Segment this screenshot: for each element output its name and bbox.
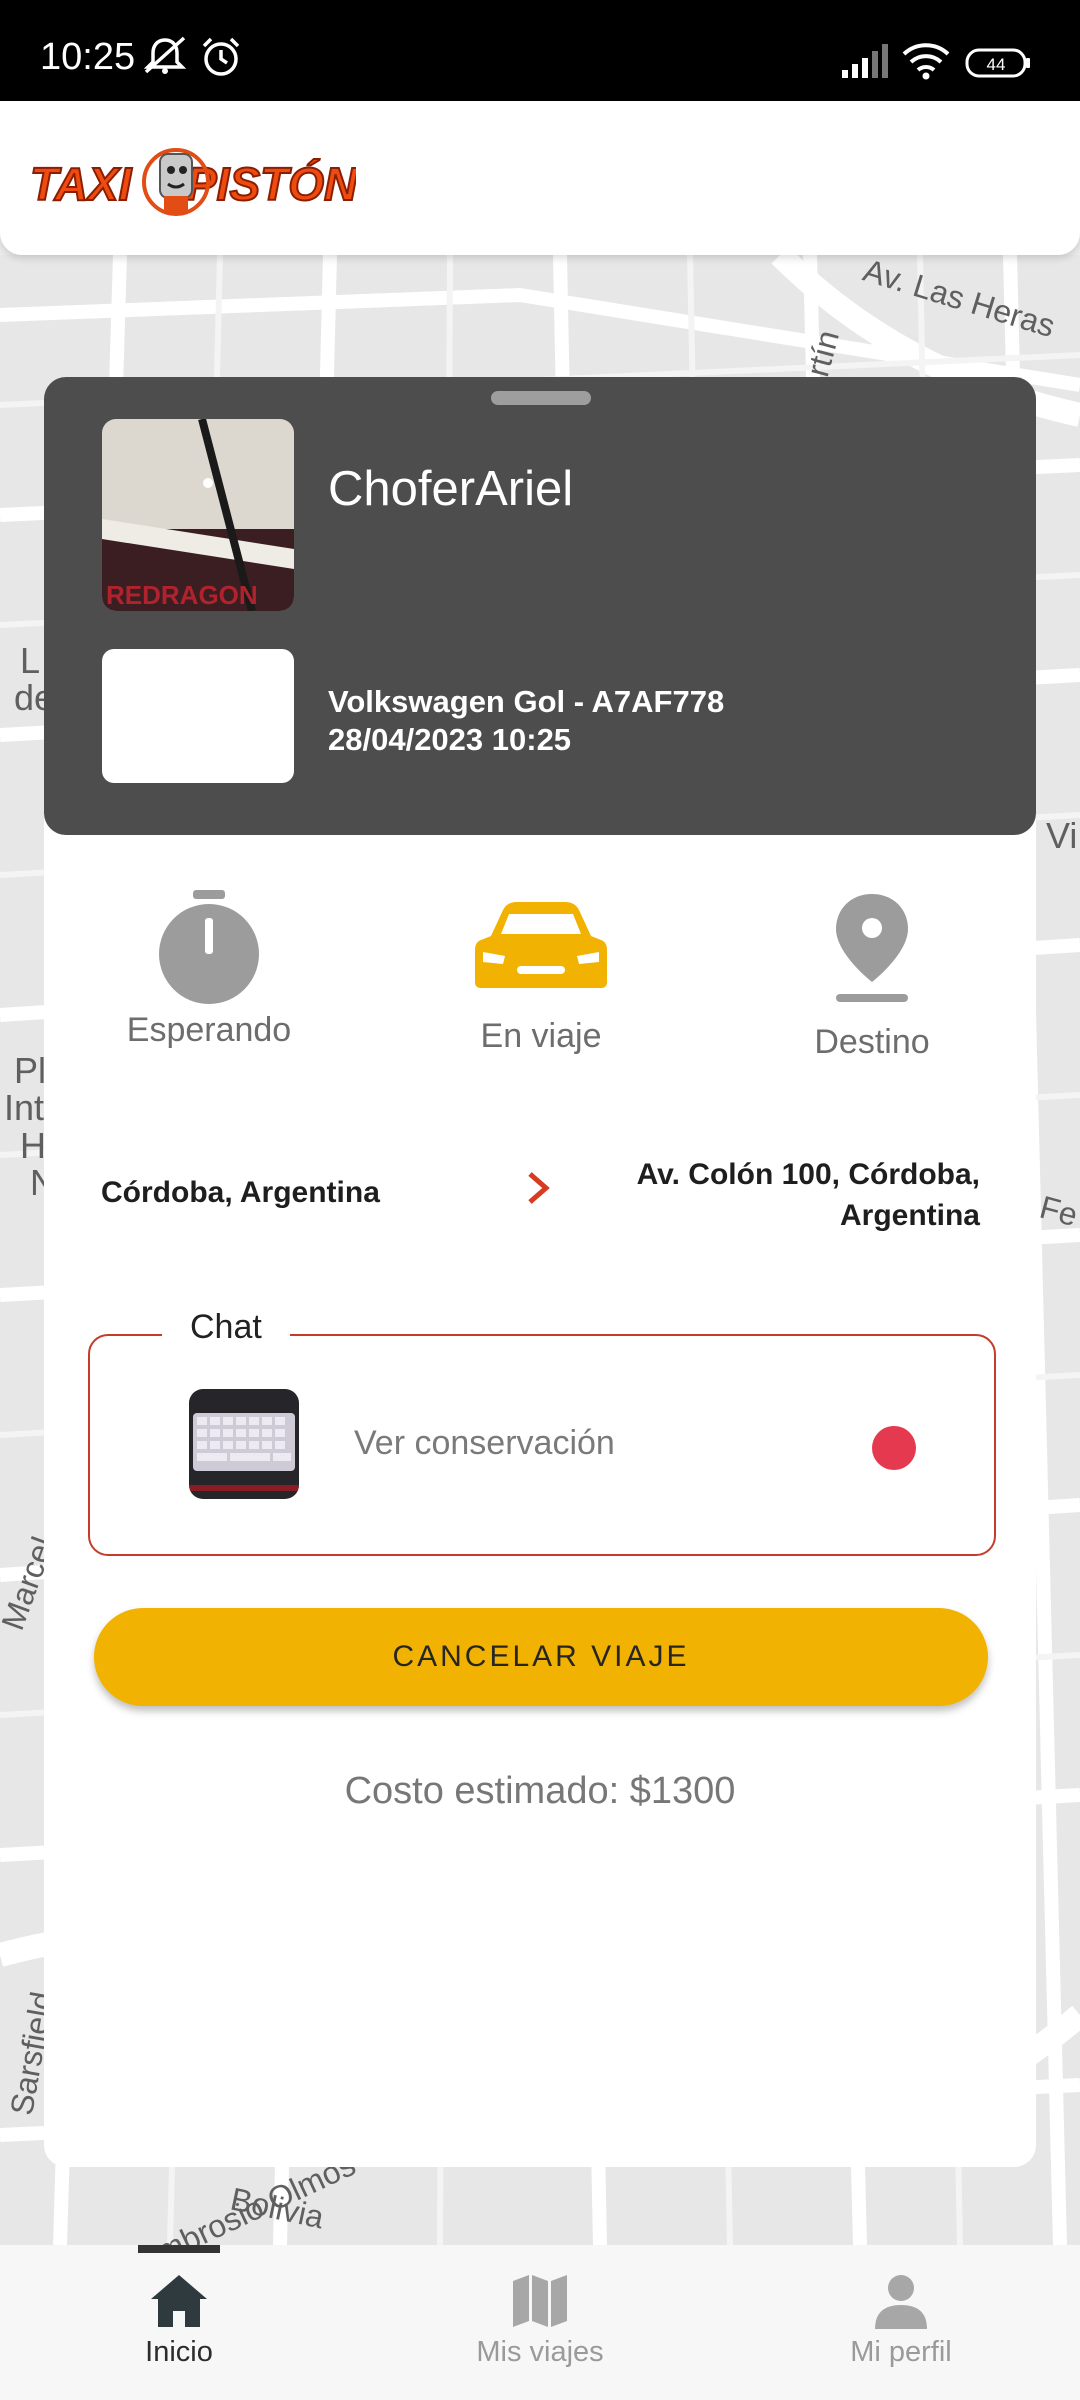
cancel-trip-button[interactable]: CANCELAR VIAJE — [94, 1608, 988, 1706]
chat-legend: Chat — [162, 1308, 290, 1347]
step-destination: Destino — [772, 892, 972, 1062]
status-bar: 10:25 44 — [0, 0, 1080, 101]
map-label: H — [20, 1125, 46, 1166]
trip-datetime: 28/04/2023 10:25 — [328, 722, 572, 757]
route-destination-line: Av. Colón 100, Córdoba, — [636, 1158, 980, 1191]
driver-card[interactable]: REDRAGON ChoferAriel Volkswagen Gol - A7… — [44, 377, 1036, 835]
step-label: En viaje — [480, 1017, 602, 1055]
svg-text:TAXI: TAXI — [30, 158, 133, 210]
svg-text:PISTÓN: PISTÓN — [186, 158, 356, 210]
chat-card[interactable]: Chat Ver conservación — [88, 1308, 996, 1556]
bottom-nav: Inicio Mis viajes Mi perfil — [0, 2245, 1080, 2400]
vehicle-model-plate: Volkswagen Gol - A7AF778 — [328, 684, 725, 719]
vehicle-info: Volkswagen Gol - A7AF778 28/04/2023 10:2… — [328, 683, 724, 759]
stopwatch-icon — [159, 890, 259, 1004]
nav-label: Inicio — [145, 2336, 213, 2368]
car-icon — [475, 902, 607, 988]
map-label: Int — [4, 1087, 45, 1128]
home-icon — [151, 2275, 207, 2327]
status-time: 10:25 — [40, 36, 136, 78]
battery-icon: 44 — [965, 48, 1031, 83]
map-label: L — [20, 640, 41, 681]
alarm-icon — [200, 36, 242, 83]
nav-item-mi-perfil[interactable]: Mi perfil — [801, 2273, 1001, 2369]
taxi-piston-logo[interactable]: TAXI PISTÓN — [26, 136, 359, 225]
step-waiting: Esperando — [109, 888, 309, 1050]
route-arrow-icon — [524, 1170, 554, 1214]
chat-avatar — [189, 1389, 299, 1499]
step-in-trip: En viaje — [441, 900, 641, 1056]
vehicle-photo — [102, 649, 294, 783]
step-label: Esperando — [126, 1011, 292, 1049]
drag-handle[interactable] — [491, 391, 591, 405]
nav-label: Mi perfil — [850, 2336, 952, 2368]
location-pin-icon — [836, 894, 908, 1002]
nav-label: Mis viajes — [476, 2336, 604, 2368]
nav-item-inicio[interactable]: Inicio — [79, 2273, 279, 2369]
nav-active-indicator — [138, 2245, 220, 2253]
driver-name: ChoferAriel — [328, 462, 574, 516]
step-label: Destino — [814, 1023, 930, 1061]
nav-item-mis-viajes[interactable]: Mis viajes — [440, 2273, 640, 2369]
app-bar: TAXI PISTÓN — [0, 101, 1080, 255]
signal-icon — [842, 44, 892, 83]
unread-indicator — [872, 1426, 916, 1470]
battery-level: 44 — [987, 55, 1006, 74]
chat-preview: Ver conservación — [354, 1424, 615, 1462]
person-icon — [875, 2275, 927, 2329]
map-label: Vi — [1046, 815, 1078, 856]
wifi-icon — [902, 42, 950, 85]
map-label: Pl — [14, 1050, 47, 1091]
route-origin: Córdoba, Argentina — [101, 1176, 380, 1209]
route-destination-line: Argentina — [839, 1199, 980, 1232]
estimated-cost: Costo estimado: $1300 — [344, 1770, 736, 1812]
route-destination: Av. Colón 100, Córdoba, Argentina — [590, 1154, 980, 1236]
map-icon — [513, 2275, 567, 2327]
mute-notifications-icon — [142, 36, 188, 81]
svg-text:REDRAGON: REDRAGON — [106, 580, 258, 610]
driver-avatar: REDRAGON — [102, 419, 294, 611]
